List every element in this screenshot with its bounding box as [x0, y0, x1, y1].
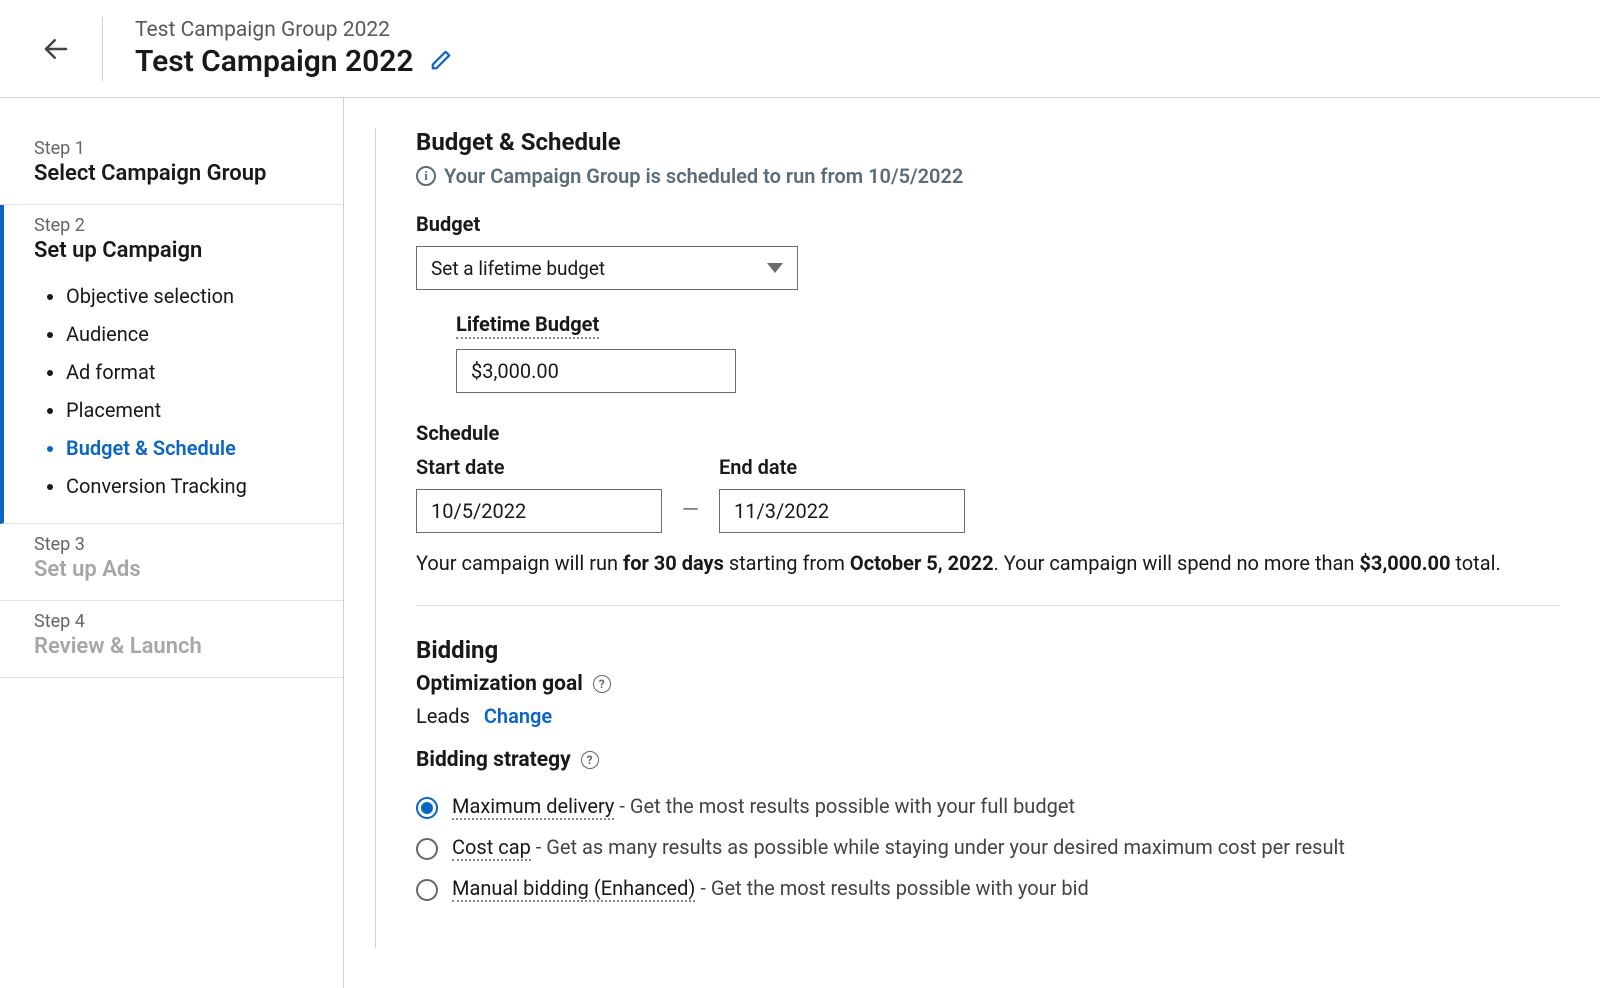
- change-optimization-goal-link[interactable]: Change: [484, 704, 552, 728]
- summary-part: total.: [1450, 551, 1500, 575]
- sidebar-item-objective-selection[interactable]: Objective selection: [66, 277, 343, 315]
- start-date-input[interactable]: [416, 489, 662, 533]
- sidebar-step-4[interactable]: Step 4 Review & Launch: [0, 601, 343, 678]
- bidding-option-title: Cost cap: [452, 835, 531, 861]
- step-title: Select Campaign Group: [34, 161, 343, 186]
- summary-duration: for 30 days: [623, 551, 724, 575]
- back-arrow-button[interactable]: [40, 33, 72, 65]
- budget-schedule-heading: Budget & Schedule: [416, 128, 1560, 156]
- end-date-input[interactable]: [719, 489, 965, 533]
- sidebar-item-placement[interactable]: Placement: [66, 391, 343, 429]
- main-content: Budget & Schedule i Your Campaign Group …: [344, 98, 1600, 988]
- radio-icon: [416, 879, 438, 901]
- budget-type-value: Set a lifetime budget: [431, 257, 605, 280]
- summary-start-date: October 5, 2022: [850, 551, 994, 575]
- sidebar-step-1[interactable]: Step 1 Select Campaign Group: [0, 128, 343, 205]
- campaign-run-summary: Your campaign will run for 30 days start…: [416, 551, 1560, 575]
- lifetime-budget-input[interactable]: [456, 349, 736, 393]
- summary-part: Your campaign will run: [416, 551, 623, 575]
- step-title: Set up Campaign: [34, 238, 343, 263]
- sidebar-item-budget-schedule[interactable]: Budget & Schedule: [66, 429, 343, 467]
- summary-amount: $3,000.00: [1359, 551, 1450, 575]
- header: Test Campaign Group 2022 Test Campaign 2…: [0, 0, 1600, 98]
- bidding-option-desc: - Get as many results as possible while …: [531, 835, 1345, 859]
- section-divider: [416, 605, 1560, 606]
- help-icon[interactable]: ?: [593, 675, 611, 693]
- sidebar-step-2[interactable]: Step 2 Set up Campaign Objective selecti…: [0, 205, 343, 524]
- sidebar-item-conversion-tracking[interactable]: Conversion Tracking: [66, 467, 343, 505]
- header-divider: [102, 17, 103, 81]
- sidebar-step-3[interactable]: Step 3 Set up Ads: [0, 524, 343, 601]
- bidding-option-cost-cap[interactable]: Cost cap - Get as many results as possib…: [416, 827, 1560, 868]
- bidding-heading: Bidding: [416, 636, 1560, 664]
- step-label: Step 4: [34, 611, 343, 632]
- bidding-strategy-label: Bidding strategy: [416, 748, 571, 772]
- step-title: Set up Ads: [34, 557, 343, 582]
- bidding-option-manual-bidding[interactable]: Manual bidding (Enhanced) - Get the most…: [416, 868, 1560, 909]
- pencil-icon: [430, 49, 452, 71]
- campaign-title: Test Campaign 2022: [135, 44, 414, 79]
- schedule-info-banner: i Your Campaign Group is scheduled to ru…: [416, 164, 1560, 188]
- bidding-option-desc: - Get the most results possible with you…: [695, 876, 1088, 900]
- step-2-subitems: Objective selection Audience Ad format P…: [34, 277, 343, 505]
- summary-part: . Your campaign will spend no more than: [994, 551, 1360, 575]
- optimization-goal-label: Optimization goal: [416, 672, 583, 696]
- sidebar-item-ad-format[interactable]: Ad format: [66, 353, 343, 391]
- edit-campaign-name-button[interactable]: [430, 49, 452, 75]
- campaign-group-title: Test Campaign Group 2022: [135, 18, 452, 42]
- bidding-option-desc: - Get the most results possible with you…: [614, 794, 1075, 818]
- help-icon[interactable]: ?: [581, 751, 599, 769]
- summary-part: starting from: [724, 551, 850, 575]
- radio-icon: [416, 797, 438, 819]
- optimization-goal-value: Leads: [416, 704, 470, 728]
- schedule-info-text: Your Campaign Group is scheduled to run …: [444, 164, 963, 188]
- date-range-separator: —: [662, 498, 719, 533]
- step-label: Step 2: [34, 215, 343, 236]
- radio-icon: [416, 838, 438, 860]
- budget-type-select[interactable]: Set a lifetime budget: [416, 246, 798, 290]
- sidebar: Step 1 Select Campaign Group Step 2 Set …: [0, 98, 344, 988]
- step-label: Step 1: [34, 138, 343, 159]
- end-date-label: End date: [719, 455, 965, 479]
- info-icon: i: [416, 166, 436, 186]
- schedule-label: Schedule: [416, 421, 1560, 445]
- start-date-label: Start date: [416, 455, 662, 479]
- lifetime-budget-label: Lifetime Budget: [456, 312, 599, 339]
- budget-label: Budget: [416, 212, 1560, 236]
- bidding-option-maximum-delivery[interactable]: Maximum delivery - Get the most results …: [416, 786, 1560, 827]
- sidebar-item-audience[interactable]: Audience: [66, 315, 343, 353]
- header-titles: Test Campaign Group 2022 Test Campaign 2…: [135, 18, 452, 79]
- bidding-option-title: Manual bidding (Enhanced): [452, 876, 695, 902]
- step-label: Step 3: [34, 534, 343, 555]
- bidding-option-title: Maximum delivery: [452, 794, 614, 820]
- step-title: Review & Launch: [34, 634, 343, 659]
- chevron-down-icon: [767, 263, 783, 273]
- arrow-left-icon: [41, 34, 71, 64]
